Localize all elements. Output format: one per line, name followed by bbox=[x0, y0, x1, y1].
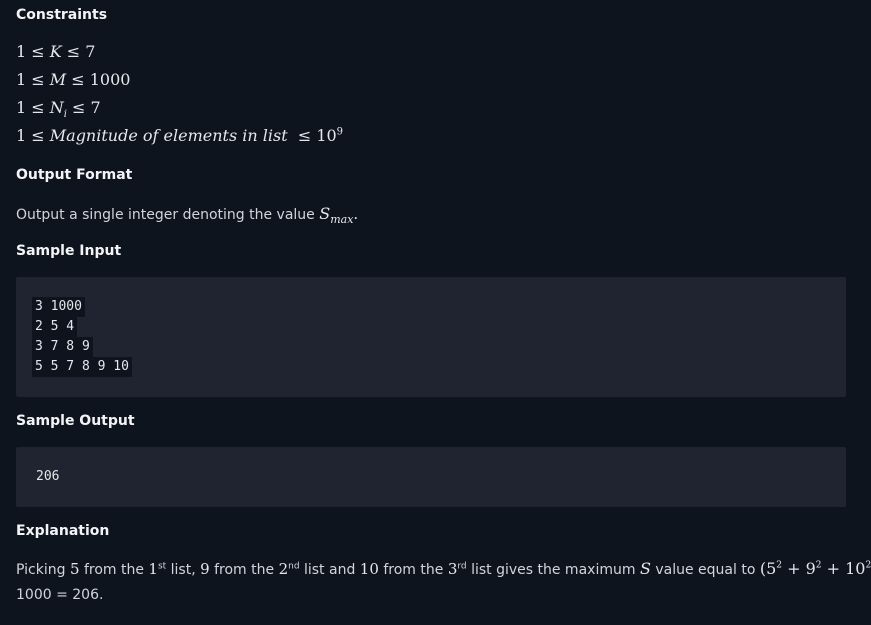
constraint-n: 1 ≤ Ni ≤ 7 bbox=[16, 98, 101, 121]
sample-output-heading: Sample Output bbox=[16, 413, 135, 429]
output-format-heading: Output Format bbox=[16, 167, 133, 183]
explanation-heading: Explanation bbox=[16, 523, 110, 539]
sample-input-heading: Sample Input bbox=[16, 243, 122, 259]
problem-statement: Constraints 1 ≤ K ≤ 7 1 ≤ M ≤ 1000 1 ≤ N… bbox=[0, 0, 871, 625]
explanation-line-1: Picking 5 from the 1st list, 9 from the … bbox=[16, 559, 871, 578]
sample-input-line: 3 1000 bbox=[32, 297, 85, 317]
constraint-magnitude: 1 ≤ Magnitude of elements in list ≤ 109 bbox=[16, 126, 344, 145]
sample-input-line: 2 5 4 bbox=[32, 317, 78, 337]
sample-output-value: 206 bbox=[36, 469, 60, 484]
output-format-text: Output a single integer denoting the val… bbox=[16, 204, 359, 226]
explanation-line-2: 1000 = 206. bbox=[16, 587, 104, 603]
sample-input-line: 3 7 8 9 bbox=[32, 337, 93, 357]
sample-input-line: 5 5 7 8 9 10 bbox=[32, 357, 132, 377]
constraints-heading: Constraints bbox=[16, 7, 108, 23]
sample-input-block: 3 1000 2 5 4 3 7 8 9 5 5 7 8 9 10 bbox=[16, 277, 846, 397]
constraint-m: 1 ≤ M ≤ 1000 bbox=[16, 70, 131, 89]
sample-output-block: 206 bbox=[16, 447, 846, 507]
constraint-k: 1 ≤ K ≤ 7 bbox=[16, 42, 96, 61]
